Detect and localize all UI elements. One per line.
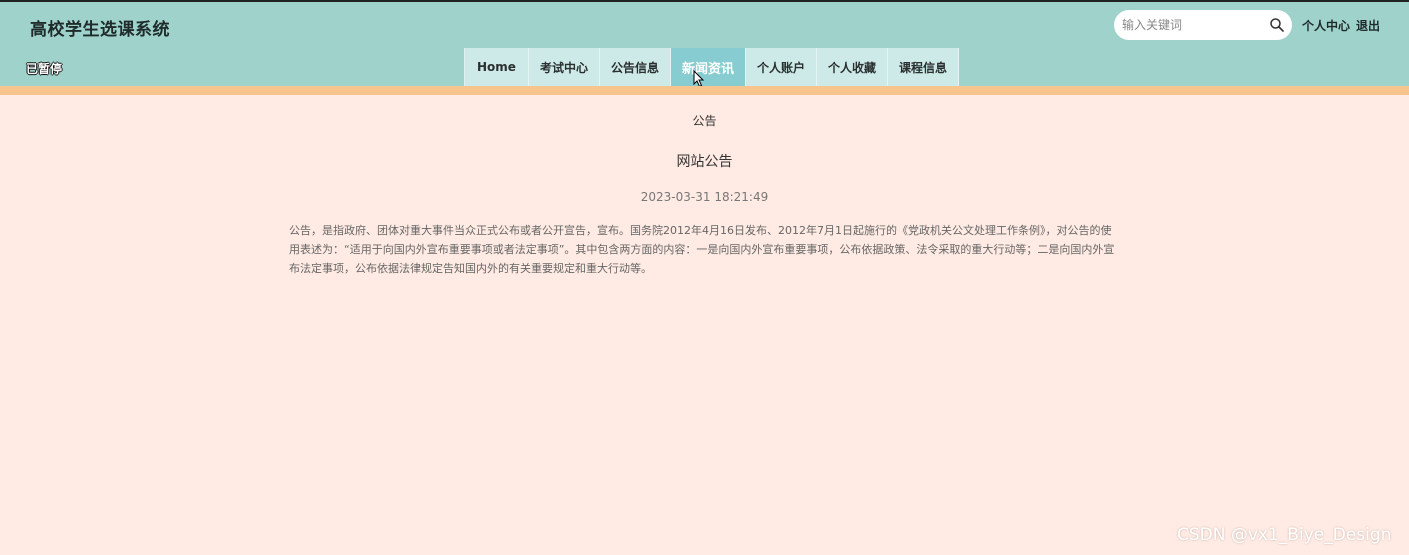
paused-label: 已暂停: [26, 62, 63, 76]
user-center-link[interactable]: 个人中心: [1302, 19, 1350, 33]
breadcrumb: 公告: [692, 114, 717, 128]
search-box: [1114, 10, 1292, 40]
site-title: 高校学生选课系统: [30, 20, 170, 40]
nav-item-exam-center[interactable]: 考试中心: [528, 48, 600, 86]
nav-item-news[interactable]: 新闻资讯: [670, 48, 746, 86]
nav-item-home[interactable]: Home: [465, 48, 529, 86]
article-title: 网站公告: [676, 154, 733, 170]
nav-item-courses[interactable]: 课程信息: [888, 48, 960, 86]
watermark: CSDN @vx1_Biye_Design: [1177, 525, 1392, 545]
nav-item-account[interactable]: 个人账户: [745, 48, 817, 86]
logout-link[interactable]: 退出: [1356, 19, 1380, 33]
nav-item-announcements[interactable]: 公告信息: [599, 48, 671, 86]
main-nav: Home 考试中心 公告信息 新闻资讯 个人账户 个人收藏 课程信息: [464, 48, 960, 86]
nav-item-favorites[interactable]: 个人收藏: [817, 48, 889, 86]
article-body: 公告，是指政府、团体对重大事件当众正式公布或者公开宣告，宣布。国务院2012年4…: [289, 224, 1115, 275]
article-date: 2023-03-31 18:21:49: [640, 190, 769, 204]
search-icon[interactable]: [1269, 17, 1285, 33]
search-input[interactable]: [1122, 16, 1262, 34]
accent-bar: [0, 86, 1409, 95]
user-links: 个人中心 退出: [1302, 17, 1380, 34]
